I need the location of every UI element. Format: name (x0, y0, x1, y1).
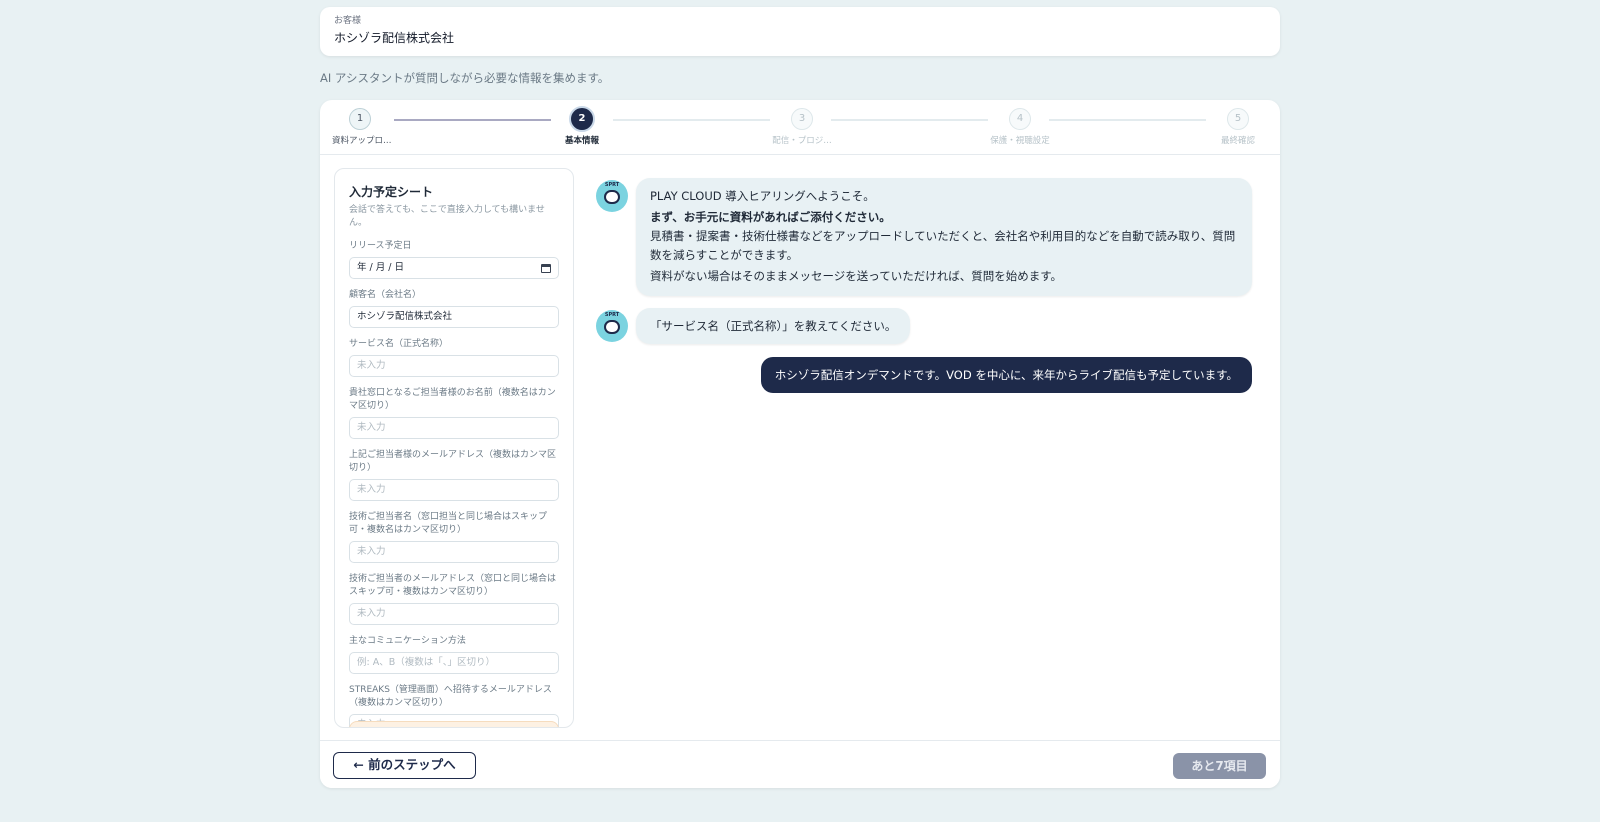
field-service-name: サービス名（正式名称） 未入力 (349, 338, 559, 377)
field-communication: 主なコミュニケーション方法 例: A、B（複数は「、」区切り） (349, 635, 559, 674)
field-label: 技術ご担当者のメールアドレス（窓口と同じ場合はスキップ可・複数はカンマ区切り） (349, 574, 557, 597)
release-date-input[interactable]: 年 / 月 / 日 (349, 257, 559, 279)
field-release-date: リリース予定日 年 / 月 / 日 (349, 240, 559, 279)
step-2[interactable]: 2 基本情報 (556, 106, 608, 146)
step-label: 配信・プロジ… (772, 136, 832, 146)
field-contact-emails: 上記ご担当者様のメールアドレス（複数はカンマ区切り） 未入力 (349, 449, 559, 501)
avatar-text: SPRT (604, 312, 620, 318)
step-number: 2 (569, 106, 595, 132)
field-label: 顧客名（会社名） (349, 290, 422, 300)
step-label: 資料アップロ… (332, 136, 392, 146)
remaining-items-button[interactable]: あと7項目 (1173, 753, 1266, 779)
contact-names-input[interactable]: 未入力 (349, 417, 559, 439)
calendar-icon[interactable] (541, 263, 551, 273)
sheet-title: 入力予定シート (349, 185, 434, 199)
step-number: 1 (349, 108, 371, 130)
user-message: ホシゾラ配信オンデマンドです。VOD を中心に、来年からライブ配信も予定していま… (760, 357, 1252, 393)
sheet-notice (349, 721, 559, 727)
wizard-card: 1 資料アップロ… 2 基本情報 3 配信・プロジ… 4 保護・視聴設定 5 最… (320, 100, 1280, 788)
message-line: PLAY CLOUD 導入ヒアリングへようこそ。 (650, 189, 875, 203)
field-tech-names: 技術ご担当者名（窓口担当と同じ場合はスキップ可・複数名はカンマ区切り） 未入力 (349, 511, 559, 563)
field-label: 主なコミュニケーション方法 (349, 636, 466, 646)
back-button[interactable]: ← 前のステップへ (333, 752, 476, 779)
message-bubble: 「サービス名（正式名称）」を教えてください。 (636, 308, 910, 344)
field-label: 技術ご担当者名（窓口担当と同じ場合はスキップ可・複数名はカンマ区切り） (349, 512, 548, 535)
sheet-subtitle: 会話で答えても、ここで直接入力しても構いません。 (349, 205, 545, 228)
service-name-input[interactable]: 未入力 (349, 355, 559, 377)
field-customer-name: 顧客名（会社名） ホシゾラ配信株式会社 (349, 289, 559, 328)
field-label: 貴社窓口となるご担当者様のお名前（複数名はカンマ区切り） (349, 388, 556, 411)
customer-label: お客様 (334, 16, 362, 26)
field-label: リリース予定日 (349, 241, 412, 251)
message-line: 見積書・提案書・技術仕様書などをアップロードしていただくと、会社名や利用目的など… (650, 229, 1236, 262)
communication-input[interactable]: 例: A、B（複数は「、」区切り） (349, 652, 559, 674)
field-label: 上記ご担当者様のメールアドレス（複数はカンマ区切り） (349, 450, 557, 473)
field-label: サービス名（正式名称） (349, 339, 449, 349)
step-number: 4 (1009, 108, 1031, 130)
robot-face-icon (604, 190, 620, 204)
robot-face-icon (604, 320, 620, 334)
intro-text: AI アシスタントが質問しながら必要な情報を集めます。 (320, 71, 610, 85)
step-3[interactable]: 3 配信・プロジ… (772, 108, 832, 146)
step-connector (1049, 119, 1206, 121)
step-connector (831, 119, 988, 121)
input-sheet[interactable]: 入力予定シート 会話で答えても、ここで直接入力しても構いません。 リリース予定日… (334, 168, 574, 728)
tech-names-input[interactable]: 未入力 (349, 541, 559, 563)
date-value: 年 / 月 / 日 (357, 262, 404, 273)
step-label: 最終確認 (1220, 136, 1255, 146)
step-connector (394, 119, 551, 121)
step-5[interactable]: 5 最終確認 (1214, 108, 1262, 146)
step-1[interactable]: 1 資料アップロ… (332, 108, 392, 146)
customer-name-input[interactable]: ホシゾラ配信株式会社 (349, 306, 559, 328)
field-label: STREAKS（管理画面）へ招待するメールアドレス（複数はカンマ区切り） (349, 685, 552, 708)
customer-card: お客様 ホシゾラ配信株式会社 (320, 7, 1280, 56)
wizard-footer: ← 前のステップへ あと7項目 (320, 740, 1280, 788)
message-line: まず、お手元に資料があればご添付ください。 (650, 210, 891, 224)
step-label: 保護・視聴設定 (990, 136, 1050, 146)
field-contact-names: 貴社窓口となるご担当者様のお名前（複数名はカンマ区切り） 未入力 (349, 387, 559, 439)
assistant-avatar: SPRT (596, 180, 628, 212)
step-number: 5 (1227, 108, 1249, 130)
stepper: 1 資料アップロ… 2 基本情報 3 配信・プロジ… 4 保護・視聴設定 5 最… (320, 100, 1280, 155)
customer-name: ホシゾラ配信株式会社 (334, 31, 455, 45)
message-bubble: PLAY CLOUD 導入ヒアリングへようこそ。 まず、お手元に資料があればご添… (636, 178, 1252, 296)
step-connector (613, 119, 770, 121)
tech-emails-input[interactable]: 未入力 (349, 603, 559, 625)
assistant-avatar: SPRT (596, 310, 628, 342)
step-4[interactable]: 4 保護・視聴設定 (988, 108, 1052, 146)
field-tech-emails: 技術ご担当者のメールアドレス（窓口と同じ場合はスキップ可・複数はカンマ区切り） … (349, 573, 559, 625)
step-label: 基本情報 (564, 136, 599, 146)
step-number: 3 (791, 108, 813, 130)
avatar-text: SPRT (604, 182, 620, 188)
message-line: 資料がない場合はそのままメッセージを送っていただければ、質問を始めます。 (650, 269, 1063, 283)
contact-emails-input[interactable]: 未入力 (349, 479, 559, 501)
